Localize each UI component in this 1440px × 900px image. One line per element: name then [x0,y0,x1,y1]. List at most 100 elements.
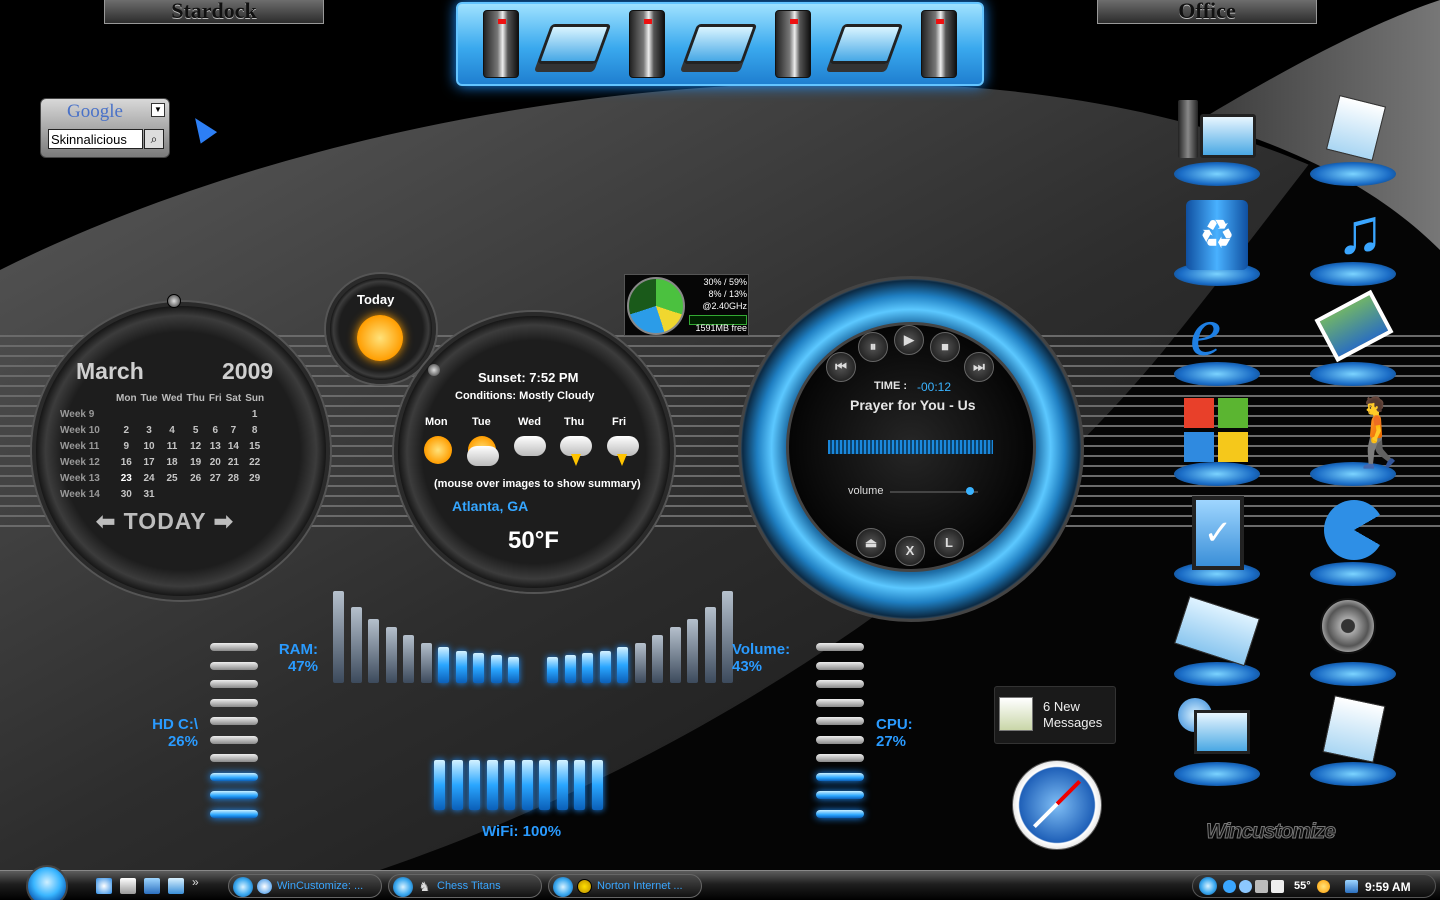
music-folder-icon[interactable]: ♫ [1308,196,1398,286]
laptop-icon[interactable] [536,24,611,64]
office-dock-label[interactable]: Office [1097,0,1317,24]
calendar-day-cell[interactable]: 19 [185,454,207,470]
storm-cloud-icon[interactable] [607,436,639,456]
stop-icon[interactable]: ■ [930,332,960,362]
recycle-bin-icon[interactable]: ♻ [1172,196,1262,286]
task-button-chess[interactable]: ♞ Chess Titans [388,874,542,898]
calendar-day-cell[interactable]: 12 [185,438,207,454]
player-close-button[interactable]: X [895,536,925,566]
calendar-day-cell[interactable]: 30 [114,486,139,502]
tray-orb-icon[interactable] [1199,877,1217,895]
calendar-day-cell[interactable]: 6 [207,422,224,438]
player-volume-slider[interactable] [890,491,978,493]
computer-icon[interactable] [1172,96,1262,186]
google-search-input[interactable] [48,129,143,149]
google-dropdown-button[interactable]: ▼ [151,103,165,117]
files-folder-icon[interactable] [1308,695,1398,786]
ie-quicklaunch-icon[interactable] [96,878,112,894]
calendar-day-cell[interactable]: 31 [139,486,160,502]
weather-location[interactable]: Atlanta, GA [452,498,528,514]
monitor-icon [1194,710,1250,754]
laptop-icon[interactable] [682,24,758,64]
today-button-label[interactable]: TODAY [124,508,207,534]
calendar-day-cell[interactable]: 9 [114,438,139,454]
calendar-day-cell[interactable]: 11 [160,438,185,454]
calendar-day-cell[interactable]: 18 [160,454,185,470]
calendar-day-cell[interactable]: 17 [139,454,160,470]
document-quicklaunch-icon[interactable] [120,878,136,894]
arrow-right-icon[interactable]: ➡ [214,508,234,534]
volume-label: Volume: 43% [732,641,790,675]
new-messages-notification[interactable]: 6 New Messages [994,686,1116,744]
arrow-left-icon[interactable]: ⬅ [96,508,116,534]
calendar-day-cell[interactable]: 28 [224,470,244,486]
calendar-day-cell[interactable]: 10 [139,438,160,454]
snow-cloud-icon[interactable] [514,436,546,456]
start-button[interactable] [26,865,68,900]
calendar-day-cell[interactable]: 24 [139,470,160,486]
player-volume-knob[interactable] [966,487,974,495]
calendar-day-cell[interactable]: 25 [160,470,185,486]
calendar-day-cell[interactable]: 7 [224,422,244,438]
calendar-day-cell[interactable]: 26 [185,470,207,486]
calendar-day-cell[interactable]: 2 [114,422,139,438]
calendar-day-cell[interactable]: 5 [185,422,207,438]
pause-icon[interactable]: ⏸ [858,332,888,362]
clock[interactable]: 9:59 AM [1365,880,1411,894]
previous-track-icon[interactable]: ⏮ [826,352,856,382]
task-button-wincustomize[interactable]: WinCustomize: ... [228,874,382,898]
laptop-icon[interactable] [828,24,904,64]
computer-tower-icon[interactable] [628,10,665,78]
calendar-day-cell[interactable]: 14 [224,438,244,454]
calendar-day-cell[interactable]: 20 [207,454,224,470]
recycle-icon: ♻ [1186,200,1248,270]
sunny-icon[interactable] [424,436,452,464]
windows-logo-icon[interactable] [1172,396,1262,486]
calendar-day-cell[interactable]: 16 [114,454,139,470]
tasks-icon[interactable]: ✓ [1172,496,1262,586]
calendar-day-cell[interactable]: 21 [224,454,244,470]
tray-app-icon[interactable] [1255,880,1268,893]
internet-explorer-icon[interactable]: e [1172,296,1262,386]
pictures-folder-icon[interactable] [1308,289,1398,386]
calendar-day-cell[interactable]: 22 [243,454,266,470]
tray-app-icon[interactable] [1223,880,1236,893]
mail-icon[interactable] [1172,595,1262,686]
sun-icon[interactable] [357,315,403,361]
pacman-game-icon[interactable] [1308,496,1398,586]
computer-tower-icon[interactable] [482,10,519,78]
search-icon[interactable]: ⌕ [144,129,164,149]
tray-weather-temp[interactable]: 55° [1294,880,1311,892]
forecast-day: Wed [518,416,542,428]
calendar-day-cell[interactable]: 13 [207,438,224,454]
overflow-chevron-icon[interactable]: » [192,875,208,891]
player-l-button[interactable]: L [934,528,964,558]
play-icon[interactable]: ▶ [894,325,924,355]
documents-icon[interactable] [1308,95,1398,186]
computer-tower-icon[interactable] [775,10,812,78]
eject-icon[interactable]: ⏏ [856,528,886,558]
calendar-day-cell[interactable]: 3 [139,422,160,438]
calendar-day-cell[interactable]: 15 [243,438,266,454]
window-switch-icon[interactable] [168,878,184,894]
calendar-day-cell[interactable]: 23 [114,470,139,486]
videos-folder-icon[interactable] [1308,596,1398,686]
network-tray-icon[interactable] [1345,880,1358,893]
calendar-day-cell[interactable]: 1 [243,406,266,422]
tray-app-icon[interactable] [1271,880,1284,893]
stardock-dock-label[interactable]: Stardock [104,0,324,24]
computer-tower-icon[interactable] [921,10,958,78]
calendar-day-cell[interactable]: 8 [243,422,266,438]
desktop-quicklaunch-icon[interactable] [144,878,160,894]
tray-app-icon[interactable] [1239,880,1252,893]
network-icon[interactable] [1172,696,1262,786]
tray-weather-icon[interactable] [1317,880,1330,893]
next-track-icon[interactable]: ⏭ [964,352,994,382]
calendar-day-cell[interactable]: 29 [243,470,266,486]
calendar-day-cell[interactable]: 27 [207,470,224,486]
run-icon[interactable]: 🚶 [1308,396,1420,486]
task-button-norton[interactable]: Norton Internet ... [548,874,702,898]
calendar-today-button[interactable]: ⬅ TODAY ➡ [96,508,234,535]
calendar-day-cell[interactable]: 4 [160,422,185,438]
storm-cloud-icon[interactable] [560,436,592,456]
